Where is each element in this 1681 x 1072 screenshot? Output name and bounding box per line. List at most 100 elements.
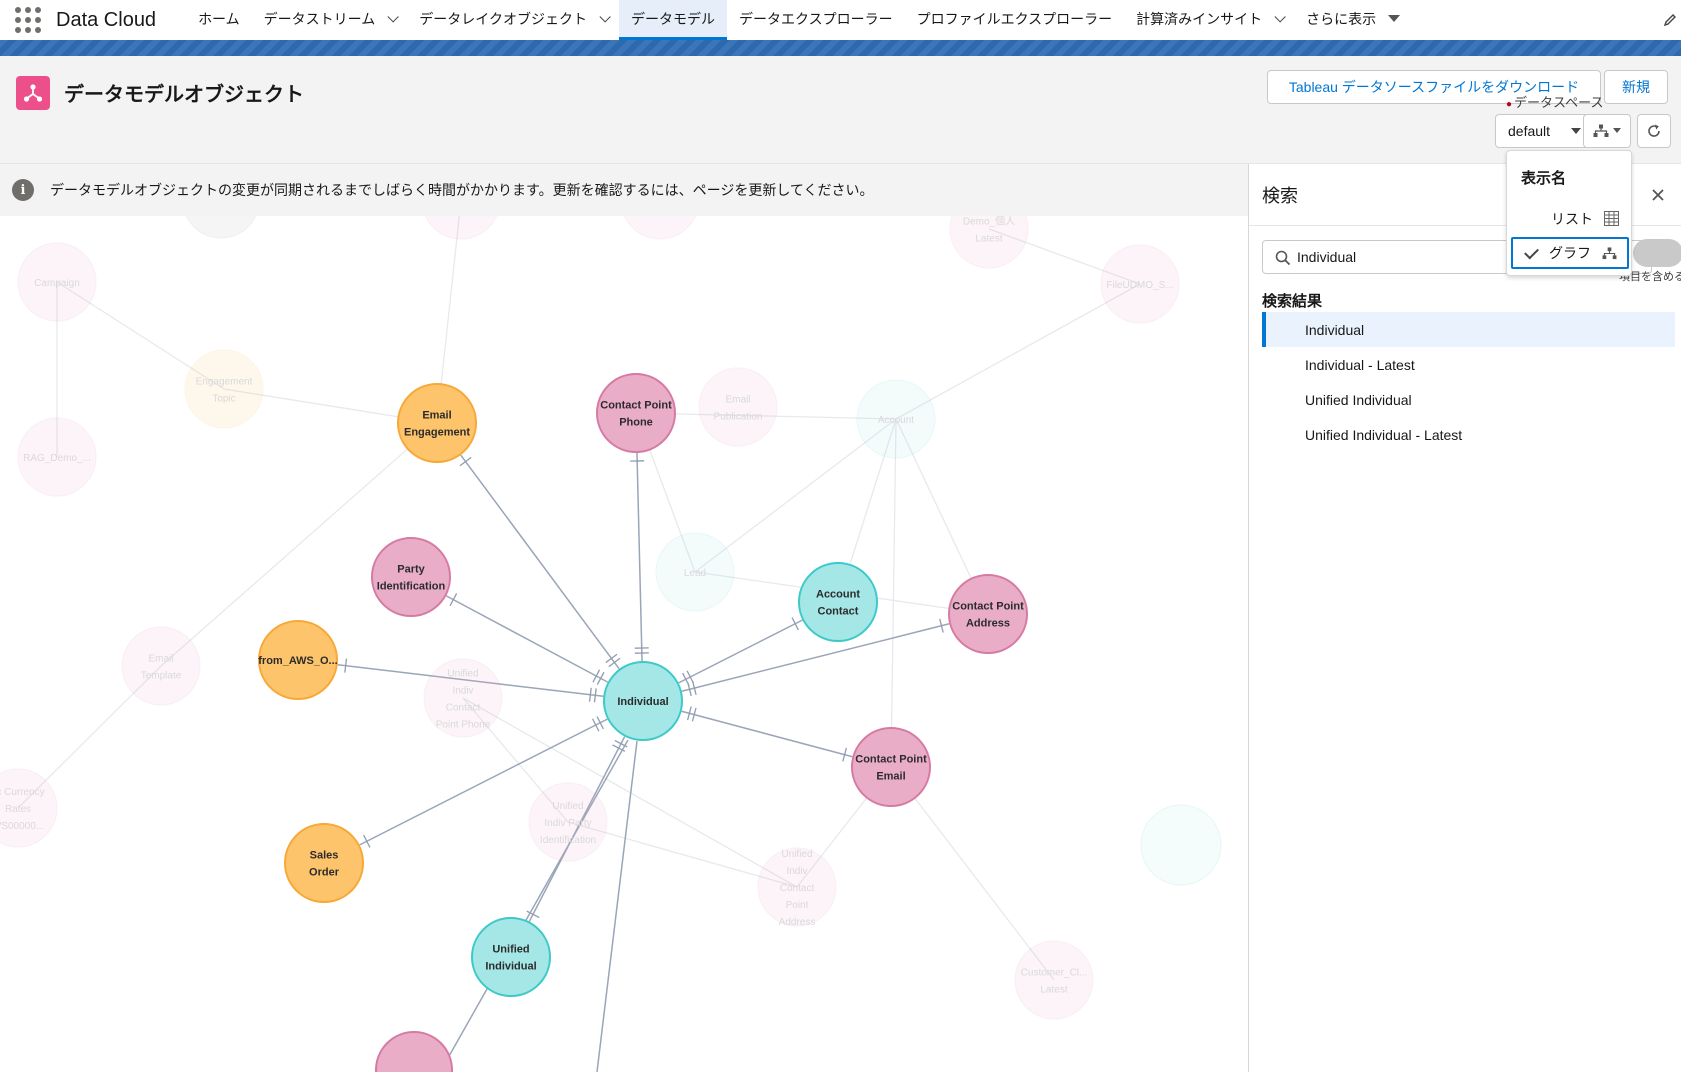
chevron-down-icon (1571, 128, 1581, 134)
view-option-label: リスト (1551, 211, 1593, 227)
graph-node[interactable]: Contact Point Email (851, 727, 931, 807)
edit-nav-icon[interactable] (1663, 13, 1677, 27)
graph-node[interactable]: Individual (603, 661, 683, 741)
graph-node-faded[interactable]: Account (856, 379, 936, 459)
info-icon: i (12, 179, 34, 201)
graph-node[interactable]: Sales Order (284, 823, 364, 903)
new-button[interactable]: 新規 (1604, 70, 1668, 104)
view-option-list[interactable]: リスト (1511, 203, 1629, 235)
graph-node-faded[interactable]: Lead (655, 532, 735, 612)
graph-node[interactable]: Email Engagement (397, 383, 477, 463)
cardinality-marker (791, 617, 799, 631)
search-icon (1275, 250, 1291, 266)
view-switcher-button[interactable] (1583, 114, 1631, 148)
search-results-title: 検索結果 (1262, 293, 1323, 310)
relationship-edge[interactable] (678, 619, 803, 684)
cardinality-marker (449, 593, 458, 607)
nav-tab[interactable]: さらに表示 (1294, 0, 1412, 40)
nav-tab-label: データエクスプローラー (738, 10, 893, 27)
search-result-item[interactable]: Individual (1262, 312, 1675, 347)
graph-node[interactable]: Account Contact (798, 562, 878, 642)
search-result-item[interactable]: Unified Individual - Latest (1262, 417, 1675, 452)
search-result-item[interactable]: Unified Individual (1262, 382, 1675, 417)
graph-node-faded[interactable]: Customer_Cl... Latest (1014, 940, 1094, 1020)
relationship-edge[interactable] (596, 740, 638, 1072)
nav-tab[interactable]: ホーム (186, 0, 252, 40)
cardinality-marker (596, 671, 605, 685)
faded-relationship-edge (890, 766, 1055, 981)
graph-node-label: Lead (684, 568, 706, 579)
graph-node-faded[interactable]: Unified Indiv Contact Point Address (757, 847, 837, 928)
graph-node[interactable]: Contact Point Address (948, 574, 1028, 654)
graph-node-faded[interactable]: Campaign (17, 242, 97, 322)
relationship-edge[interactable] (681, 710, 853, 758)
graph-node-label: FileUDMO_S... (1106, 280, 1173, 291)
app-launcher-icon (15, 7, 41, 33)
chevron-down-icon[interactable] (1274, 10, 1286, 23)
nav-tab[interactable]: データレイクオブジェクト (407, 0, 619, 40)
refresh-button[interactable] (1637, 114, 1671, 148)
graph-node-faded[interactable]: RAG_Demo_... (17, 417, 97, 497)
nav-tab[interactable]: データエクスプローラー (727, 0, 905, 40)
nav-tab[interactable]: 計算済みインサイト (1124, 0, 1294, 40)
graph-node-faded[interactable]: FileUDMO_S... (1100, 244, 1180, 324)
search-result-item[interactable]: Individual - Latest (1262, 347, 1675, 382)
include-fields-toggle[interactable] (1633, 239, 1681, 267)
search-results-list: Individual Individual - Latest Unified Ind… (1262, 312, 1675, 452)
graph-node[interactable] (375, 1031, 453, 1072)
cardinality-marker (592, 669, 601, 683)
refresh-icon (1648, 124, 1660, 137)
graph-node-faded[interactable]: Engagement Topic (184, 349, 264, 429)
info-banner: i データモデルオブジェクトの変更が同期されるまでしばらく時間がかかります。更新… (0, 164, 1248, 216)
relationship-edge[interactable] (636, 452, 643, 662)
graph-node-faded[interactable]: MarketJourney (621, 216, 699, 240)
graph-node-label: Campaign (34, 278, 80, 289)
chevron-down-icon[interactable] (599, 10, 611, 23)
graph-node[interactable]: Contact Point Phone (596, 373, 676, 453)
relationship-graph[interactable]: Individual Email Engagement Contact Point Ph… (0, 216, 1248, 1072)
graph-node-faded[interactable] (183, 216, 259, 239)
nav-tab-label: データストリーム (263, 10, 376, 27)
graph-node-label: from_AWS_O... (258, 655, 337, 667)
table-icon (1604, 211, 1619, 226)
nav-tab-label: データレイクオブジェクト (419, 10, 587, 27)
nav-tab[interactable]: データモデル (618, 0, 727, 40)
graph-node-faded[interactable]: Activity (422, 216, 500, 240)
view-option-label: グラフ (1549, 245, 1591, 261)
view-menu-title: 表示名 (1521, 170, 1567, 187)
nav-tab[interactable]: データストリーム (252, 0, 408, 40)
cardinality-marker (459, 456, 472, 467)
dataspace-select[interactable]: default (1495, 114, 1590, 148)
nav-tab-label: ホーム (198, 10, 240, 27)
app-launcher-button[interactable] (0, 0, 56, 40)
page-header: データモデルオブジェクト Tableau データソースファイルをダウンロード 新… (0, 56, 1681, 164)
graph-node[interactable]: Unified Individual (471, 917, 551, 997)
chevron-down-icon[interactable] (387, 10, 400, 23)
relationship-edge[interactable] (460, 454, 620, 670)
graph-node-label: RAG_Demo_... (23, 453, 91, 464)
nav-tab-label: プロファイルエクスプローラー (916, 10, 1113, 27)
close-icon[interactable] (1647, 184, 1669, 206)
graph-node-faded[interactable]: Unified Indiv Contact Point Phone (423, 658, 503, 738)
hierarchy-icon (1593, 124, 1609, 137)
nav-tab-label: データモデル (630, 10, 715, 27)
brand-bar (0, 40, 1681, 56)
faded-relationship-edge (895, 283, 1141, 420)
cardinality-marker (588, 687, 592, 702)
graph-node-faded[interactable] (1140, 804, 1222, 886)
graph-node-faded[interactable]: Demo_個人 Latest (949, 216, 1029, 269)
graph-node-faded[interactable]: tic CurrencyRatesWS00000... (0, 768, 58, 848)
nav-tab-label: 計算済みインサイト (1136, 10, 1263, 27)
cardinality-marker (363, 834, 371, 848)
graph-node[interactable]: Party Identification (371, 537, 451, 617)
graph-canvas[interactable]: Individual Email Engagement Contact Point Ph… (0, 216, 1248, 1072)
graph-node-faded[interactable]: Email Publication (698, 367, 778, 447)
faded-relationship-edge (890, 418, 897, 768)
graph-node-faded[interactable]: Unified Indiv Party Identification (528, 782, 608, 862)
nav-tab[interactable]: プロファイルエクスプローラー (905, 0, 1125, 40)
graph-node-label: Individual (617, 696, 668, 708)
nav-tab-label: さらに表示 (1306, 10, 1377, 27)
view-option-graph[interactable]: グラフ (1511, 237, 1629, 269)
graph-node[interactable]: from_AWS_O... (258, 620, 338, 700)
graph-node-faded[interactable]: Email Template (121, 626, 201, 706)
